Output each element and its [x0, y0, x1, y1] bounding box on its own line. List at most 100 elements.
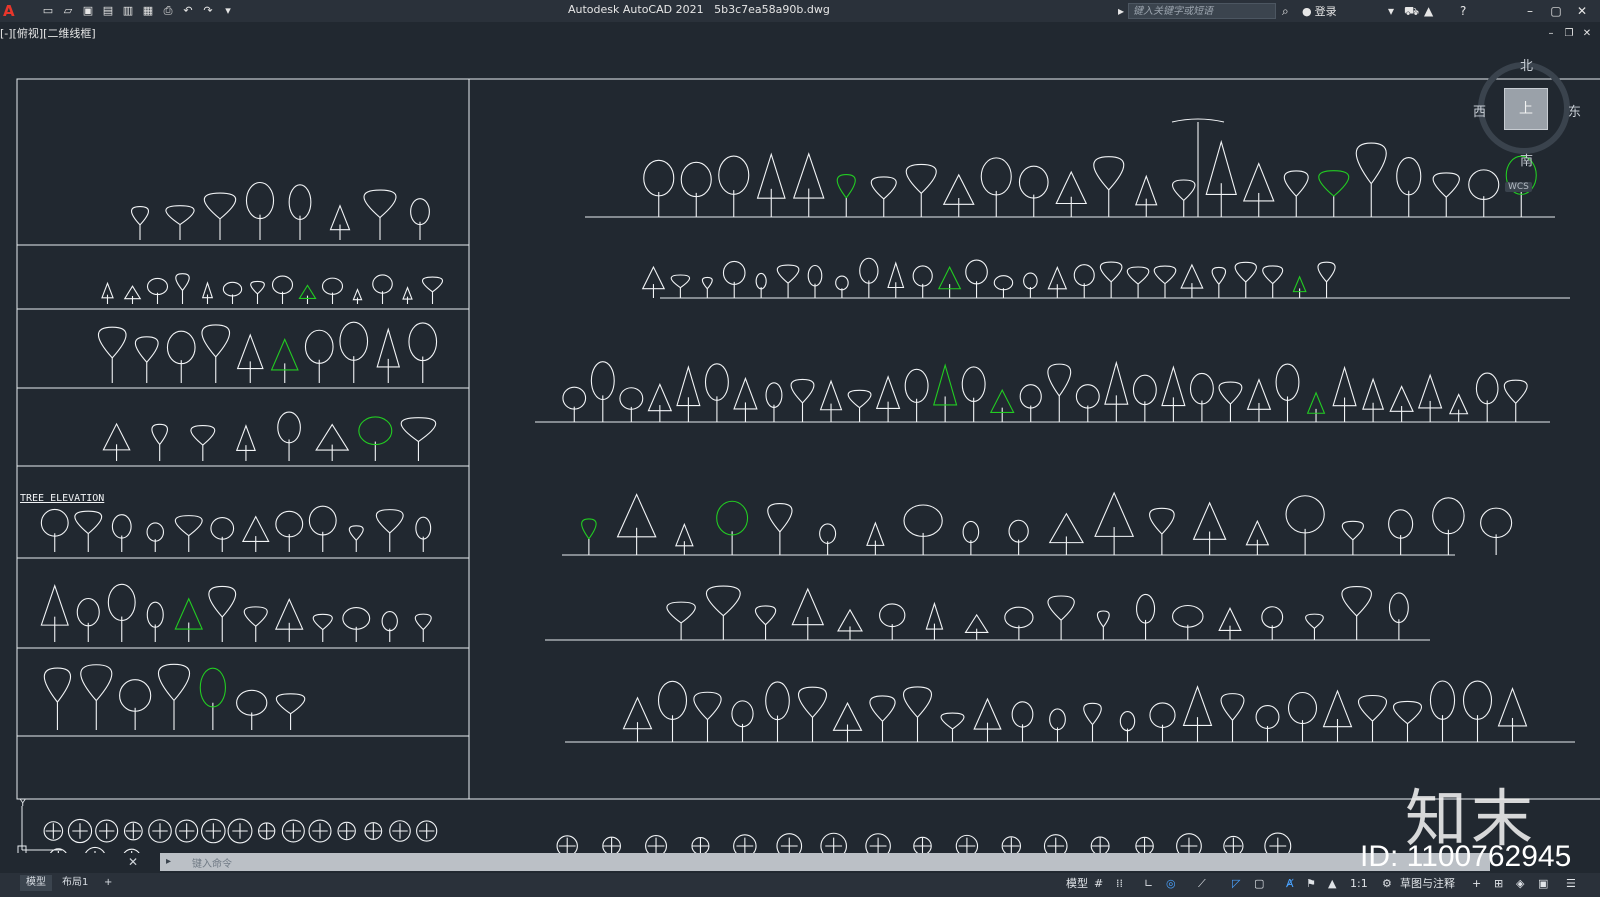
plus-icon[interactable]: +	[1472, 877, 1481, 891]
annotation-scale-icon[interactable]: Ⱥ	[1286, 877, 1294, 891]
login-dropdown-icon[interactable]: ▾	[1388, 3, 1394, 19]
tree-block	[670, 274, 691, 298]
drawing-canvas[interactable]: TREE ELEVATION Y	[0, 44, 1600, 853]
print-icon[interactable]: ⎙	[160, 3, 176, 19]
search-expand-icon[interactable]: ▸	[1118, 3, 1124, 19]
tree-block	[1429, 680, 1456, 742]
tree-block	[358, 416, 393, 461]
customize-icon[interactable]: ▾	[220, 3, 236, 19]
object-snap-icon[interactable]: ◸	[1232, 877, 1240, 891]
tree-block	[879, 603, 906, 640]
tree-block	[1073, 264, 1095, 298]
command-input[interactable]: 键入命令	[192, 855, 232, 870]
publish-icon[interactable]: ▦	[140, 3, 156, 19]
isolate-icon[interactable]: ⊞	[1494, 877, 1503, 891]
autocad-logo-icon[interactable]: A	[3, 2, 19, 20]
isodraft-icon[interactable]: ⟋	[1198, 877, 1206, 891]
wcs-menu[interactable]: WCS	[1505, 182, 1532, 192]
viewcube-east[interactable]: 东	[1568, 101, 1581, 120]
redo-icon[interactable]: ↷	[200, 3, 216, 19]
maximize-button[interactable]: ▢	[1546, 2, 1566, 20]
auto-scale-icon[interactable]: ⚑	[1306, 877, 1316, 891]
minimize-button[interactable]: –	[1520, 2, 1540, 20]
command-line[interactable]	[160, 853, 1490, 871]
add-layout-button[interactable]: +	[98, 875, 118, 891]
tree-block	[1126, 266, 1150, 298]
search-icon[interactable]: ⌕	[1282, 4, 1296, 18]
tree-block	[1417, 373, 1443, 422]
annotation-visibility-icon[interactable]: ▢	[1254, 877, 1264, 891]
polar-tracking-icon[interactable]: ◎	[1166, 877, 1176, 891]
tree-block	[940, 712, 965, 742]
save-as-icon[interactable]: ▤	[100, 3, 116, 19]
doc-close-button[interactable]: ✕	[1580, 27, 1594, 41]
tree-block	[765, 382, 783, 422]
viewcube-south[interactable]: 南	[1520, 150, 1533, 169]
tree-block	[1448, 393, 1469, 422]
tree-block	[790, 378, 815, 422]
tree-plan-detail	[57, 851, 59, 853]
tree-block	[175, 273, 190, 304]
tree-block	[375, 509, 404, 552]
street-lamp-block	[1171, 118, 1225, 217]
tree-block	[619, 387, 644, 422]
customize-status-icon[interactable]: ☰	[1566, 877, 1576, 891]
viewcube-top-face[interactable]: 上	[1504, 88, 1548, 130]
workspace-switch[interactable]: 草图与注释	[1400, 877, 1455, 891]
viewcube-west[interactable]: 西	[1473, 101, 1486, 120]
viewport-controls[interactable]: [-][俯视][二维线框]	[0, 25, 96, 41]
tree-plan-detail	[825, 837, 843, 853]
annotation-icon[interactable]: ▲	[1328, 877, 1336, 891]
workspace-gear-icon[interactable]: ⚙	[1382, 877, 1392, 891]
tree-block	[1306, 391, 1326, 422]
tree-block	[581, 518, 597, 555]
save-icon[interactable]: ▣	[80, 3, 96, 19]
new-icon[interactable]: ▭	[40, 3, 56, 19]
command-close-icon[interactable]: ✕	[128, 855, 138, 869]
tree-block	[208, 585, 237, 642]
tree-block	[807, 264, 823, 298]
tree-plan-detail	[365, 823, 382, 839]
tab-layout1[interactable]: 布局1	[56, 875, 94, 891]
annotation-scale-value[interactable]: 1:1	[1350, 877, 1368, 891]
undo-icon[interactable]: ↶	[180, 3, 196, 19]
tree-block	[146, 601, 164, 642]
viewcube[interactable]: 上	[1478, 62, 1578, 162]
clean-screen-icon[interactable]: ▣	[1538, 877, 1548, 891]
tree-block	[1192, 501, 1227, 555]
help-icon[interactable]: ?	[1460, 3, 1466, 19]
tree-block	[622, 696, 653, 742]
search-input[interactable]: 键入关键字或短语	[1128, 3, 1276, 19]
cart-icon[interactable]: ⛟	[1404, 3, 1419, 19]
close-button[interactable]: ✕	[1572, 2, 1592, 20]
doc-minimize-button[interactable]: –	[1544, 27, 1558, 41]
open-icon[interactable]: ▱	[60, 3, 76, 19]
tree-block	[151, 423, 169, 461]
tree-block	[1396, 156, 1422, 217]
doc-restore-button[interactable]: ❐	[1562, 27, 1576, 41]
grid-icon[interactable]: #	[1094, 877, 1103, 891]
tree-block	[1261, 606, 1284, 640]
tab-model[interactable]: 模型	[20, 875, 52, 891]
tree-block	[245, 181, 275, 240]
tree-block	[1153, 265, 1177, 298]
tree-block	[1094, 491, 1135, 555]
app-title: Autodesk AutoCAD 2021	[568, 3, 704, 16]
ortho-icon[interactable]: ∟	[1144, 877, 1153, 891]
tree-block	[201, 324, 231, 383]
tree-block	[376, 327, 401, 383]
tree-block	[1480, 507, 1513, 555]
tree-block	[657, 680, 688, 742]
tree-block	[819, 523, 837, 555]
command-prompt-icon[interactable]: ▸	[166, 855, 180, 869]
login-button[interactable]: ● 登录	[1302, 3, 1337, 19]
tree-block	[348, 525, 364, 552]
tree-block	[1135, 174, 1158, 217]
plot-preview-icon[interactable]: ▥	[120, 3, 136, 19]
snap-icon[interactable]: ⁞⁞	[1116, 877, 1123, 891]
tree-block	[321, 277, 344, 304]
model-space-toggle[interactable]: 模型	[1066, 877, 1088, 891]
viewcube-north[interactable]: 北	[1520, 55, 1533, 74]
autodesk-a360-icon[interactable]: ▲	[1424, 3, 1433, 19]
hardware-acceleration-icon[interactable]: ◈	[1516, 877, 1524, 891]
